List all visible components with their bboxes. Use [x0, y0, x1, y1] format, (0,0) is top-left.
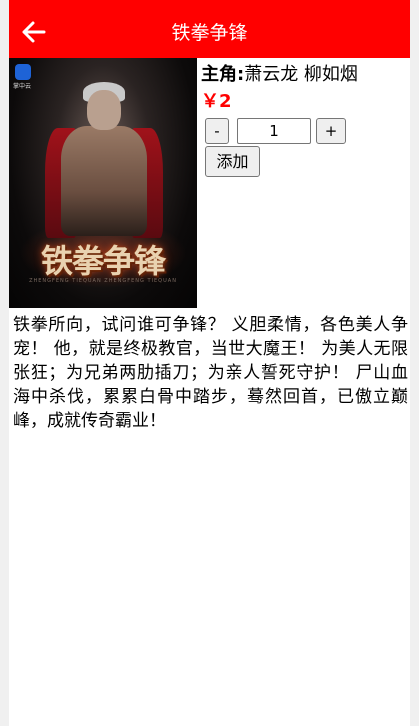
price: ￥2 [201, 91, 232, 112]
book-cover-image: 掌中云 铁拳争锋 ZHENGFENG TIEQUAN ZHENGFENG TIE… [9, 58, 197, 308]
product-info: 主角:萧云龙 柳如烟 ￥2 - + 添加 [201, 62, 406, 178]
lead-label: 主角: [201, 64, 245, 85]
book-description: 铁拳所向，试问谁可争锋？ 义胆柔情，各色美人争宠！ 他，就是终极教官，当世大魔王… [13, 315, 408, 431]
app-logo-icon [15, 64, 31, 80]
cover-figure-head [87, 90, 121, 130]
page: 铁拳争锋 掌中云 铁拳争锋 ZHENGFENG TIEQUAN ZHENGFEN… [9, 0, 410, 726]
quantity-input[interactable] [237, 118, 311, 144]
page-title: 铁拳争锋 [171, 22, 248, 44]
quantity-stepper: - + [201, 118, 406, 144]
top-bar: 铁拳争锋 [9, 0, 410, 58]
increase-button[interactable]: + [316, 118, 346, 144]
lead-characters: 主角:萧云龙 柳如烟 [201, 62, 406, 88]
add-to-cart-button[interactable]: 添加 [205, 146, 260, 177]
decrease-button[interactable]: - [205, 118, 229, 144]
cover-subtitle-art: ZHENGFENG TIEQUAN ZHENGFENG TIEQUAN [29, 278, 177, 284]
add-row: 添加 [201, 146, 406, 178]
cover-figure-body [61, 126, 147, 236]
lead-names: 萧云龙 柳如烟 [244, 64, 358, 85]
cover-title-art: 铁拳争锋 [40, 242, 166, 280]
app-logo-label: 掌中云 [13, 83, 32, 90]
